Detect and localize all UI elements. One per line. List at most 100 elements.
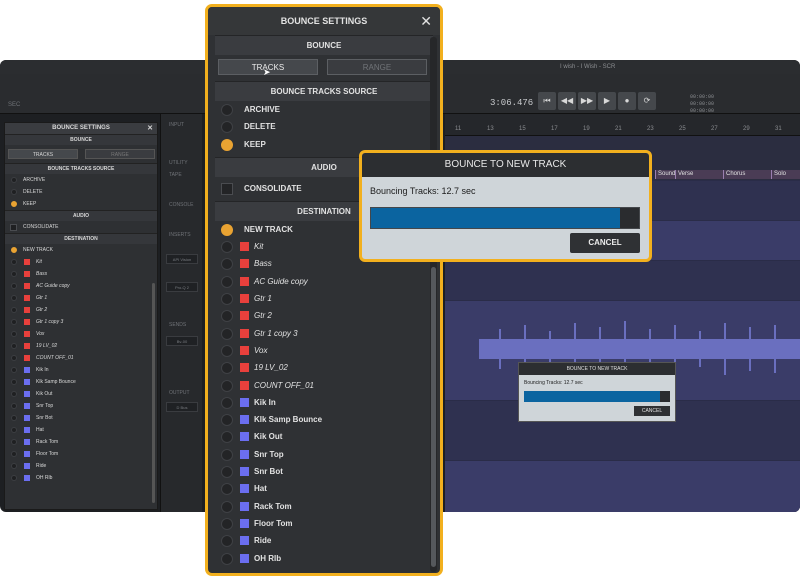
small-scrollbar[interactable] — [152, 283, 155, 503]
track-row[interactable]: Gtr 1 copy 3 — [5, 316, 157, 328]
track-color-swatch — [240, 536, 249, 546]
radio-icon — [11, 379, 17, 385]
small-tab-tracks[interactable]: TRACKS — [8, 149, 78, 159]
track-row[interactable]: Ride — [5, 460, 157, 472]
track-row[interactable]: Kik Out — [5, 388, 157, 400]
small-option-keep[interactable]: KEEP — [5, 198, 157, 210]
track-row[interactable]: OH Rlb — [215, 550, 433, 567]
loop-button[interactable]: ⟳ — [638, 92, 656, 110]
track-color-swatch — [240, 484, 249, 494]
track-row[interactable]: Gtr 1 copy 3 — [215, 325, 433, 342]
track-name: Gtr 1 — [254, 294, 272, 304]
track-row[interactable]: Vox — [215, 342, 433, 359]
track-row[interactable]: OH Rlb — [5, 472, 157, 484]
cancel-button[interactable]: CANCEL — [570, 233, 640, 253]
track-row[interactable]: Gtr 2 — [5, 304, 157, 316]
track-row[interactable]: AC Guide copy — [215, 273, 433, 290]
track-name: Floor Tom — [254, 518, 293, 528]
play-icon: ▶ — [603, 96, 611, 105]
track-row[interactable]: Gtr 1 — [5, 292, 157, 304]
radio-icon — [11, 331, 17, 337]
track-row[interactable]: Floor Tom — [5, 448, 157, 460]
track-row[interactable]: Snr Top — [215, 446, 433, 463]
insert-slot-2[interactable]: Pro-Q 2 — [166, 282, 198, 292]
track-row[interactable]: Kik In — [5, 364, 157, 376]
track-row[interactable]: COUNT OFF_01 — [5, 352, 157, 364]
radio-icon — [221, 500, 233, 513]
output-slot[interactable]: D Bus — [166, 402, 198, 412]
radio-selected-icon — [221, 138, 233, 151]
track-row[interactable]: Bass — [5, 268, 157, 280]
track-row[interactable]: Rack Tom — [5, 436, 157, 448]
track-row[interactable]: 19 LV_02 — [5, 340, 157, 352]
track-name: Ride — [36, 463, 47, 469]
close-icon[interactable]: ✕ — [147, 123, 153, 134]
track-row[interactable]: Hat — [5, 424, 157, 436]
radio-icon — [221, 448, 233, 461]
send-slot[interactable]: Bv-00 — [166, 336, 198, 346]
track-row[interactable]: Floor Tom — [215, 515, 433, 532]
dialog-message: Bouncing Tracks: 12.7 sec — [370, 186, 476, 196]
marker-solo[interactable]: Solo — [771, 170, 800, 179]
insert-slot-1[interactable]: API Vision — [166, 254, 198, 264]
track-color-swatch — [24, 283, 30, 289]
bounce-tabs: TRACKS RANGE ➤ — [215, 55, 433, 81]
small-cancel-button[interactable]: CANCEL — [634, 406, 670, 416]
track-color-swatch — [24, 451, 30, 457]
record-button[interactable]: ● — [618, 92, 636, 110]
option-archive[interactable]: ARCHIVE — [215, 101, 433, 118]
timeline-ruler[interactable]: 11 13 15 17 19 21 23 25 27 29 31 — [445, 114, 800, 136]
radio-icon — [221, 431, 233, 444]
small-option-new-track[interactable]: NEW TRACK — [5, 244, 157, 256]
close-icon[interactable]: ✕ — [420, 7, 432, 35]
rewind-button[interactable]: ⏮ — [538, 92, 556, 110]
radio-icon — [221, 310, 233, 323]
ruler-tick: 25 — [679, 126, 686, 132]
track-name: Floor Tom — [36, 451, 59, 457]
marker-sound[interactable]: Sound — [655, 170, 675, 179]
track-color-swatch — [240, 276, 249, 286]
track-row[interactable]: Klk Samp Bounce — [215, 411, 433, 428]
track-color-swatch — [24, 331, 30, 337]
track-name: Gtr 1 — [36, 295, 48, 301]
track-color-swatch — [24, 427, 30, 433]
track-lane[interactable] — [445, 460, 800, 512]
back-button[interactable]: ◀◀ — [558, 92, 576, 110]
track-row[interactable]: Kik In — [215, 394, 433, 411]
small-option-archive[interactable]: ARCHIVE — [5, 174, 157, 186]
track-color-swatch — [240, 553, 249, 563]
track-row[interactable]: Gtr 2 — [215, 307, 433, 324]
mouse-cursor-icon: ➤ — [263, 67, 271, 77]
small-option-label: KEEP — [23, 201, 37, 207]
radio-selected-icon — [11, 247, 17, 253]
track-row[interactable]: Snr Bot — [5, 412, 157, 424]
play-button[interactable]: ▶ — [598, 92, 616, 110]
forward-button[interactable]: ▶▶ — [578, 92, 596, 110]
track-row[interactable]: Snr Top — [5, 400, 157, 412]
track-row[interactable]: Ride — [215, 532, 433, 549]
small-tab-range[interactable]: RANGE — [85, 149, 155, 159]
marker-verse[interactable]: Verse — [675, 170, 723, 179]
tab-range[interactable]: RANGE — [327, 59, 427, 75]
radio-icon — [11, 367, 17, 373]
track-row[interactable]: Snr Bot — [215, 463, 433, 480]
track-lane[interactable] — [445, 260, 800, 300]
track-row[interactable]: Gtr 1 — [215, 290, 433, 307]
track-row[interactable]: Vox — [5, 328, 157, 340]
scrollbar-thumb[interactable] — [431, 267, 436, 567]
small-option-delete[interactable]: DELETE — [5, 186, 157, 198]
small-option-consolidate[interactable]: CONSOLIDATE — [5, 221, 157, 233]
track-row[interactable]: 19 LV_02 — [215, 359, 433, 376]
marker-chorus[interactable]: Chorus — [723, 170, 771, 179]
track-row[interactable]: Kik Out — [215, 428, 433, 445]
track-row[interactable]: Rack Tom — [215, 498, 433, 515]
track-row[interactable]: Kit — [5, 256, 157, 268]
track-row[interactable]: Klk Samp Bounce — [5, 376, 157, 388]
track-name: 19 LV_02 — [254, 363, 288, 373]
option-label: KEEP — [244, 139, 266, 149]
track-row[interactable]: Hat — [215, 480, 433, 497]
option-delete[interactable]: DELETE — [215, 118, 433, 135]
radio-icon — [221, 104, 233, 116]
track-row[interactable]: COUNT OFF_01 — [215, 377, 433, 394]
track-row[interactable]: AC Guide copy — [5, 280, 157, 292]
